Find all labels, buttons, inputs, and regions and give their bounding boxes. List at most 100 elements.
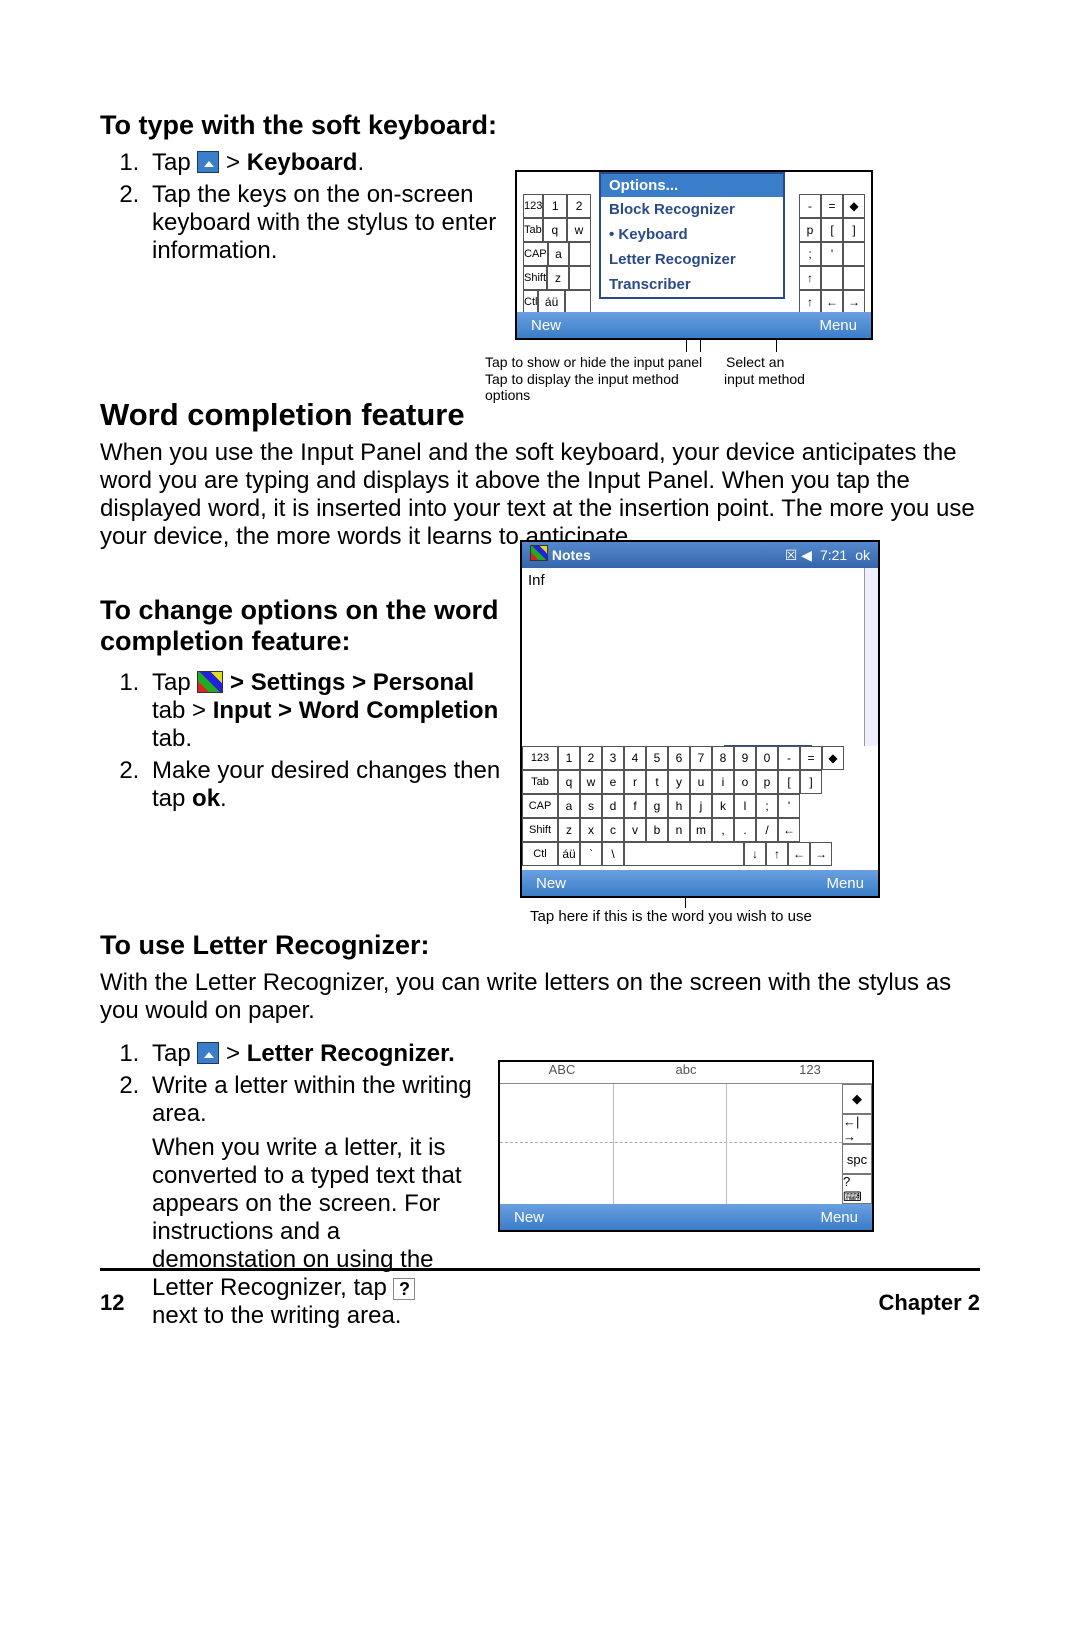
key[interactable] — [843, 242, 865, 266]
key[interactable] — [624, 842, 744, 866]
key[interactable]: → — [843, 290, 865, 314]
key[interactable]: p — [756, 770, 778, 794]
key[interactable]: z — [558, 818, 580, 842]
key[interactable]: t — [646, 770, 668, 794]
key[interactable]: ' — [778, 794, 800, 818]
key[interactable]: ◆ — [822, 746, 844, 770]
key[interactable]: e — [602, 770, 624, 794]
softkey-menu[interactable]: Menu — [819, 317, 857, 334]
key[interactable]: a — [558, 794, 580, 818]
key[interactable]: 9 — [734, 746, 756, 770]
key[interactable] — [569, 266, 591, 290]
key[interactable]: ← — [821, 290, 843, 314]
key[interactable]: ; — [799, 242, 821, 266]
key[interactable]: z — [547, 266, 569, 290]
key[interactable]: = — [821, 194, 843, 218]
key[interactable]: l — [734, 794, 756, 818]
key[interactable]: Shift — [522, 818, 558, 842]
key[interactable]: / — [756, 818, 778, 842]
start-icon[interactable] — [530, 545, 548, 561]
key[interactable]: r — [624, 770, 646, 794]
key[interactable]: ↑ — [766, 842, 788, 866]
key[interactable]: j — [690, 794, 712, 818]
popup-item[interactable]: Transcriber — [601, 272, 783, 297]
key-label[interactable]: Tab — [523, 218, 543, 242]
softkey-new[interactable]: New — [536, 875, 566, 892]
key[interactable]: ◆ — [842, 1084, 872, 1114]
key[interactable]: ` — [580, 842, 602, 866]
key[interactable]: 4 — [624, 746, 646, 770]
softkey-new[interactable]: New — [531, 317, 561, 334]
key[interactable]: s — [580, 794, 602, 818]
key[interactable] — [565, 290, 591, 314]
key[interactable]: - — [799, 194, 821, 218]
key[interactable]: x — [580, 818, 602, 842]
key[interactable]: , — [712, 818, 734, 842]
key[interactable]: Ctl — [522, 842, 558, 866]
key[interactable]: w — [567, 218, 591, 242]
key[interactable]: ←|→ — [842, 1114, 872, 1144]
key[interactable]: = — [800, 746, 822, 770]
key[interactable] — [569, 242, 591, 266]
key[interactable]: áü — [558, 842, 580, 866]
key[interactable]: 6 — [668, 746, 690, 770]
key[interactable]: ' — [821, 242, 843, 266]
note-body[interactable]: Inf — [522, 568, 864, 746]
key[interactable]: ↓ — [744, 842, 766, 866]
popup-item[interactable]: Block Recognizer — [601, 197, 783, 222]
key[interactable]: → — [810, 842, 832, 866]
key[interactable]: \ — [602, 842, 624, 866]
key[interactable]: d — [602, 794, 624, 818]
key[interactable]: ; — [756, 794, 778, 818]
key-label[interactable]: CAP — [523, 242, 548, 266]
key[interactable]: 2 — [567, 194, 591, 218]
softkey-menu[interactable]: Menu — [820, 1209, 858, 1226]
key[interactable]: 0 — [756, 746, 778, 770]
key[interactable]: ] — [843, 218, 865, 242]
key[interactable]: i — [712, 770, 734, 794]
key[interactable]: f — [624, 794, 646, 818]
key[interactable]: . — [734, 818, 756, 842]
key[interactable] — [821, 266, 843, 290]
key[interactable]: c — [602, 818, 624, 842]
softkey-new[interactable]: New — [514, 1209, 544, 1226]
key[interactable]: ← — [778, 818, 800, 842]
key-label[interactable]: Shift — [523, 266, 547, 290]
key[interactable]: ↑ — [799, 290, 821, 314]
ok-button[interactable]: ok — [855, 547, 870, 563]
key[interactable]: q — [543, 218, 567, 242]
key[interactable]: 7 — [690, 746, 712, 770]
key[interactable]: g — [646, 794, 668, 818]
key[interactable]: ← — [788, 842, 810, 866]
key[interactable]: 123 — [522, 746, 558, 770]
key[interactable]: q — [558, 770, 580, 794]
key[interactable]: v — [624, 818, 646, 842]
key[interactable]: ◆ — [843, 194, 865, 218]
scrollbar[interactable] — [864, 568, 878, 746]
key[interactable]: ] — [800, 770, 822, 794]
key[interactable] — [843, 266, 865, 290]
key[interactable]: [ — [821, 218, 843, 242]
key[interactable]: spc — [842, 1144, 872, 1174]
key[interactable]: w — [580, 770, 602, 794]
key[interactable]: p — [799, 218, 821, 242]
key[interactable]: y — [668, 770, 690, 794]
popup-item[interactable]: Letter Recognizer — [601, 247, 783, 272]
key[interactable]: Tab — [522, 770, 558, 794]
key[interactable]: h — [668, 794, 690, 818]
key[interactable]: - — [778, 746, 800, 770]
key-label[interactable]: Ctl — [523, 290, 538, 314]
popup-item-selected[interactable]: • Keyboard — [601, 222, 783, 247]
key[interactable]: n — [668, 818, 690, 842]
popup-header[interactable]: Options... — [601, 174, 783, 197]
key-label[interactable]: 123 — [523, 194, 543, 218]
key[interactable]: b — [646, 818, 668, 842]
key[interactable]: ? ⌨ — [842, 1174, 872, 1204]
key[interactable]: 8 — [712, 746, 734, 770]
key[interactable]: k — [712, 794, 734, 818]
key[interactable]: [ — [778, 770, 800, 794]
key[interactable]: a — [548, 242, 570, 266]
key[interactable]: 1 — [543, 194, 567, 218]
key[interactable]: áü — [538, 290, 564, 314]
key[interactable]: 3 — [602, 746, 624, 770]
